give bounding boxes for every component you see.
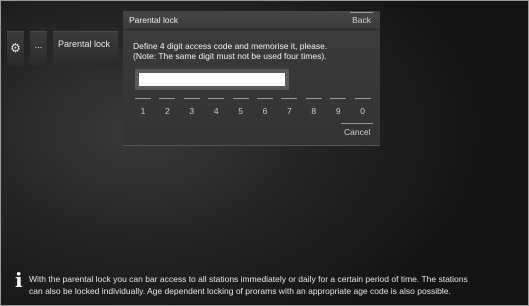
digit-key-label: 8 bbox=[311, 106, 317, 116]
digit-key-6[interactable]: 6 bbox=[257, 98, 275, 118]
digit-key-label: 0 bbox=[360, 106, 365, 116]
digit-key-underline bbox=[305, 98, 322, 99]
digit-key-underline bbox=[232, 98, 249, 99]
parental-lock-tile-label: Parental lock bbox=[58, 39, 111, 49]
more-label: ... bbox=[34, 40, 43, 50]
digit-key-underline bbox=[135, 98, 151, 99]
digit-key-underline bbox=[354, 98, 371, 99]
access-code-input[interactable] bbox=[139, 73, 285, 86]
settings-tile[interactable]: ⚙ bbox=[7, 31, 24, 66]
tv-screen: ⚙ ... Parental lock Parental lock Back D… bbox=[0, 0, 529, 306]
info-icon: i bbox=[15, 268, 23, 292]
digit-key-label: 2 bbox=[165, 106, 170, 116]
digit-key-1[interactable]: 1 bbox=[135, 98, 153, 118]
info-text-line1: With the parental lock you can bar acces… bbox=[29, 274, 468, 284]
digit-key-underline bbox=[257, 98, 273, 99]
digit-key-9[interactable]: 9 bbox=[330, 98, 348, 118]
digit-key-label: 4 bbox=[213, 106, 219, 116]
back-button[interactable]: Back bbox=[350, 12, 373, 25]
digit-key-underline bbox=[281, 98, 298, 99]
digit-key-8[interactable]: 8 bbox=[305, 98, 324, 118]
digit-keypad: 1 2 3 4 5 6 7 8 9 0 bbox=[135, 98, 373, 118]
instruction-text: Define 4 digit access code and memorise … bbox=[133, 41, 328, 51]
more-tile[interactable]: ... bbox=[30, 31, 47, 66]
digit-key-0[interactable]: 0 bbox=[354, 98, 373, 118]
digit-key-7[interactable]: 7 bbox=[281, 98, 299, 118]
parental-lock-dialog: Parental lock Back Define 4 digit access… bbox=[123, 11, 380, 146]
digit-key-underline bbox=[208, 98, 225, 99]
cancel-button[interactable]: Cancel bbox=[341, 123, 374, 137]
digit-key-4[interactable]: 4 bbox=[208, 98, 226, 118]
digit-key-label: 6 bbox=[262, 106, 268, 116]
digit-key-label: 7 bbox=[287, 106, 292, 116]
digit-key-3[interactable]: 3 bbox=[183, 98, 202, 118]
digit-key-5[interactable]: 5 bbox=[232, 98, 251, 118]
gear-icon: ⚙ bbox=[10, 41, 21, 55]
digit-key-label: 9 bbox=[335, 106, 341, 116]
digit-key-label: 3 bbox=[189, 106, 195, 116]
info-text-line2: can also be locked individually. Age dep… bbox=[29, 286, 451, 296]
parental-lock-tile[interactable]: Parental lock bbox=[53, 31, 118, 66]
instruction-note: (Note: The same digit must not be used f… bbox=[133, 51, 327, 61]
digit-key-underline bbox=[159, 98, 176, 99]
digit-key-underline bbox=[330, 98, 347, 99]
digit-key-underline bbox=[183, 98, 200, 99]
dialog-header: Parental lock Back bbox=[123, 11, 380, 30]
digit-key-2[interactable]: 2 bbox=[159, 98, 177, 118]
dialog-title: Parental lock bbox=[129, 15, 179, 25]
digit-key-label: 5 bbox=[238, 106, 243, 116]
digit-key-label: 1 bbox=[140, 106, 146, 116]
